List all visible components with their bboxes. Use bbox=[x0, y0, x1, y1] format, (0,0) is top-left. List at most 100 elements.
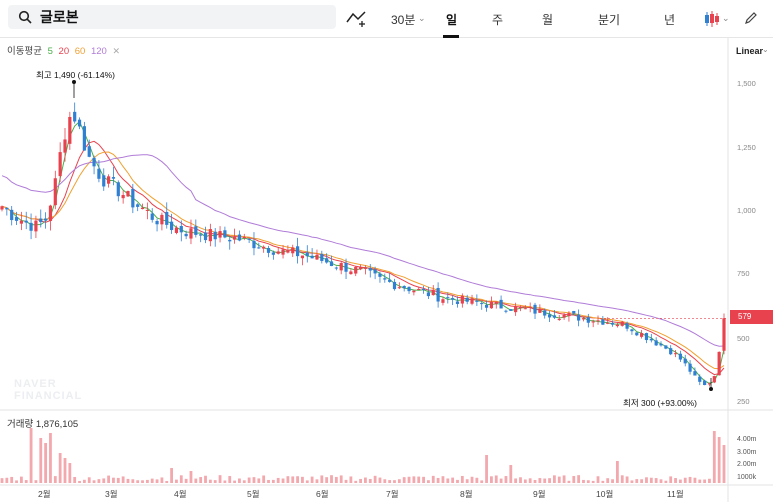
pencil-icon[interactable] bbox=[744, 11, 758, 25]
chevron-down-icon[interactable]: ⌄ bbox=[418, 13, 426, 24]
price-axis-tick: 500 bbox=[737, 334, 750, 343]
volume-bar bbox=[649, 477, 653, 483]
volume-value: 1,876,105 bbox=[35, 419, 79, 430]
volume-bar bbox=[107, 475, 111, 483]
candle-body bbox=[276, 251, 280, 254]
ma-120-line bbox=[1, 154, 725, 347]
volume-bar bbox=[208, 479, 212, 483]
tab-year[interactable]: 년 bbox=[664, 11, 675, 28]
volume-bar bbox=[34, 480, 38, 483]
candle-body bbox=[596, 320, 600, 322]
candle-body bbox=[102, 175, 106, 187]
candle-body bbox=[499, 299, 503, 309]
chevron-down-icon[interactable]: ⌄ bbox=[722, 13, 730, 24]
volume-bar bbox=[669, 476, 673, 483]
candle-body bbox=[417, 288, 421, 290]
candle-body bbox=[712, 376, 716, 383]
candle-body bbox=[160, 214, 164, 225]
volume-bar bbox=[504, 476, 508, 483]
candle-body bbox=[73, 111, 77, 122]
candle-body bbox=[87, 146, 91, 157]
candle-body bbox=[237, 234, 242, 241]
volume-bar bbox=[688, 476, 692, 483]
candle-body bbox=[242, 237, 246, 239]
volume-bar bbox=[296, 476, 299, 483]
volume-bar bbox=[543, 478, 547, 483]
candle-body bbox=[257, 247, 261, 249]
candle-body bbox=[334, 267, 338, 269]
month-label: 8월 bbox=[460, 489, 473, 499]
candle-body bbox=[121, 195, 125, 199]
volume-bar bbox=[262, 475, 266, 483]
volume-bar bbox=[354, 480, 358, 483]
candle-body bbox=[68, 116, 72, 144]
candle-body bbox=[281, 249, 285, 255]
candle-body bbox=[644, 333, 649, 341]
candle-body bbox=[169, 221, 174, 231]
search-box[interactable]: 글로본 bbox=[8, 5, 336, 29]
volume-bar bbox=[349, 476, 353, 483]
volume-bar bbox=[674, 478, 677, 483]
volume-bar bbox=[703, 479, 707, 483]
price-chart[interactable] bbox=[0, 38, 773, 502]
volume-bar bbox=[364, 477, 367, 483]
volume-bar bbox=[0, 478, 4, 483]
line-chart-add-icon[interactable] bbox=[346, 9, 368, 27]
tab-week[interactable]: 주 bbox=[492, 11, 503, 28]
watermark-line: FINANCIAL bbox=[14, 390, 83, 402]
volume-bar bbox=[514, 478, 518, 483]
price-axis-tick: 750 bbox=[737, 269, 750, 278]
volume-bar bbox=[412, 476, 416, 483]
candle-body bbox=[421, 288, 426, 290]
volume-bar bbox=[620, 475, 624, 483]
ma-20-line bbox=[1, 140, 725, 376]
candle-body bbox=[174, 227, 179, 233]
candle-body bbox=[368, 268, 372, 271]
volume-bar bbox=[693, 477, 697, 483]
candle-body bbox=[504, 310, 508, 312]
volume-bar bbox=[698, 479, 702, 483]
candle-body bbox=[455, 301, 460, 304]
volume-bar bbox=[708, 478, 711, 483]
candle-body bbox=[310, 255, 314, 259]
candle-body bbox=[354, 267, 358, 274]
candlestick-icon[interactable] bbox=[703, 10, 721, 28]
volume-bar bbox=[330, 475, 333, 483]
candle-body bbox=[431, 290, 435, 296]
candle-body bbox=[635, 332, 639, 336]
candle-body bbox=[475, 300, 479, 302]
volume-bar bbox=[553, 475, 556, 483]
candle-body bbox=[407, 286, 411, 292]
volume-bar bbox=[53, 476, 57, 483]
month-label: 11월 bbox=[667, 489, 684, 499]
tab-quarter[interactable]: 분기 bbox=[598, 11, 620, 28]
volume-bar bbox=[228, 476, 232, 483]
candle-body bbox=[150, 213, 154, 220]
volume-bar bbox=[87, 477, 91, 483]
volume-bar bbox=[339, 475, 343, 483]
candle-body bbox=[620, 321, 624, 326]
watermark-line: NAVER bbox=[14, 378, 57, 390]
candle-body bbox=[213, 231, 217, 240]
candle-body bbox=[441, 299, 445, 303]
volume-bar bbox=[717, 437, 721, 483]
candle-body bbox=[286, 250, 290, 253]
search-input[interactable]: 글로본 bbox=[40, 7, 79, 27]
volume-bar bbox=[170, 468, 173, 483]
high-annotation: 최고 1,490 (-61.14%) bbox=[36, 70, 115, 80]
volume-bar bbox=[102, 478, 106, 483]
tab-day[interactable]: 일 bbox=[446, 11, 457, 28]
volume-axis-tick: 1000k bbox=[737, 474, 757, 481]
candle-body bbox=[305, 252, 309, 257]
candle-body bbox=[145, 209, 149, 211]
volume-bar bbox=[659, 479, 663, 483]
volume-bar bbox=[402, 477, 406, 483]
tab-month[interactable]: 월 bbox=[542, 11, 553, 28]
volume-bar bbox=[625, 476, 629, 483]
volume-bar bbox=[175, 479, 178, 483]
interval-select[interactable]: 30분 bbox=[391, 11, 415, 28]
volume-bar bbox=[320, 475, 324, 483]
candle-body bbox=[402, 285, 406, 289]
candle-body bbox=[232, 237, 237, 240]
volume-bar bbox=[712, 431, 716, 483]
